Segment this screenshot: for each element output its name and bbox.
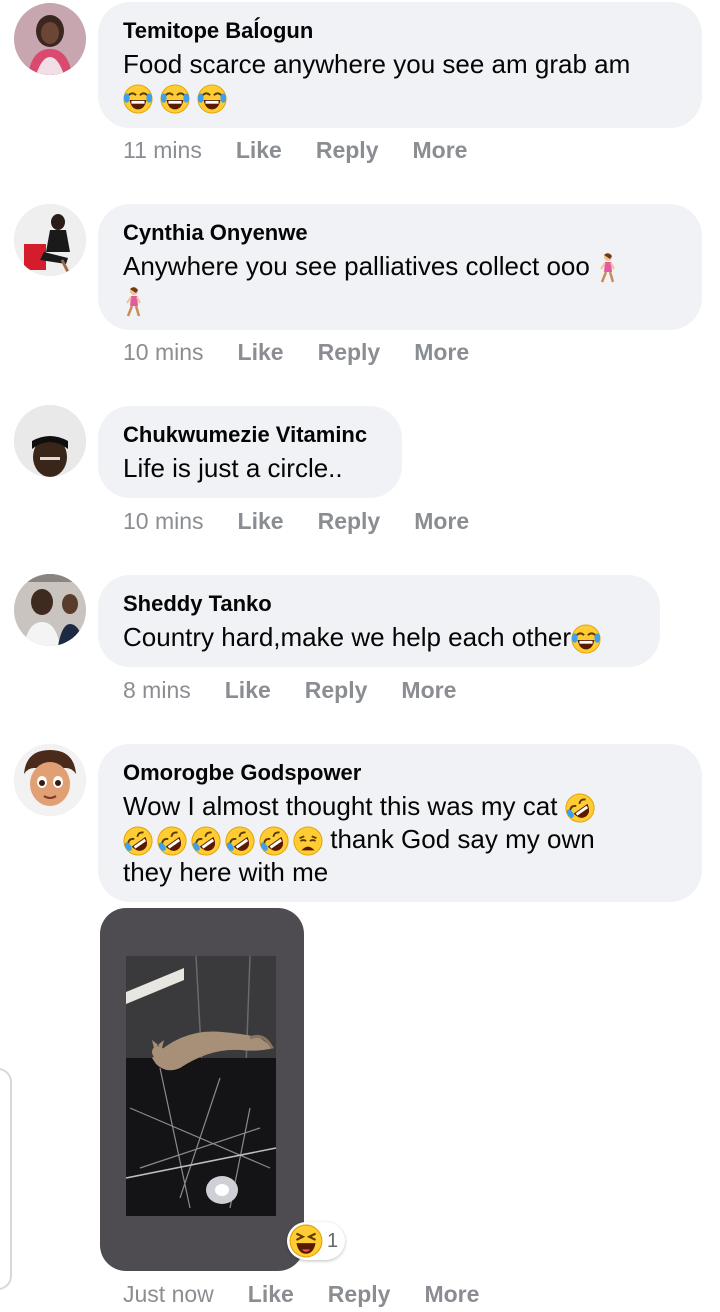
rolling-laughing-icon — [191, 826, 221, 856]
rolling-laughing-icon — [259, 826, 289, 856]
side-panel-edge[interactable] — [0, 1068, 12, 1290]
comment-bubble[interactable]: Omorogbe Godspower Wow I almost thought … — [98, 744, 702, 902]
comment-text-line: they here with me — [123, 857, 329, 888]
comment-author[interactable]: Temitope Baĺogun — [123, 16, 677, 46]
rolling-laughing-icon — [565, 793, 595, 823]
tears-of-joy-icon — [160, 84, 190, 114]
comment-time[interactable]: 10 mins — [123, 339, 204, 366]
comment-author[interactable]: Omorogbe Godspower — [123, 758, 677, 788]
comment-author[interactable]: Cynthia Onyenwe — [123, 218, 677, 248]
reply-button[interactable]: Reply — [328, 1281, 391, 1308]
like-button[interactable]: Like — [248, 1281, 294, 1308]
more-button[interactable]: More — [413, 137, 468, 164]
reaction-count: 1 — [327, 1229, 339, 1252]
woman-walking-icon — [597, 252, 617, 284]
haha-reaction-icon — [289, 1224, 323, 1258]
comment-attachment-image[interactable] — [100, 908, 304, 1271]
comment-time[interactable]: 10 mins — [123, 508, 204, 535]
like-button[interactable]: Like — [225, 677, 271, 704]
comment-time[interactable]: Just now — [123, 1281, 214, 1308]
reply-button[interactable]: Reply — [318, 508, 381, 535]
tears-of-joy-icon — [197, 84, 227, 114]
avatar[interactable] — [14, 204, 86, 276]
comment-author[interactable]: Chukwumezie Vitaminc — [123, 420, 377, 450]
avatar[interactable] — [14, 3, 86, 75]
comment-text: Anywhere you see palliatives collect ooo — [123, 250, 677, 318]
tears-of-joy-icon — [571, 624, 601, 654]
comment-text-line: thank God say my own — [330, 824, 595, 855]
avatar[interactable] — [14, 405, 86, 477]
comment-actions: Just now Like Reply More — [123, 1281, 513, 1308]
comment-text: Life is just a circle.. — [123, 453, 343, 483]
comment-actions: 11 mins Like Reply More — [123, 137, 501, 164]
like-button[interactable]: Like — [236, 137, 282, 164]
tears-of-joy-icon — [123, 84, 153, 114]
comment-text-body: Country hard,make we help each other — [123, 622, 572, 652]
comment-text-line: Wow I almost thought this was my cat — [123, 791, 558, 821]
like-button[interactable]: Like — [238, 339, 284, 366]
comment-bubble[interactable]: Cynthia Onyenwe Anywhere you see palliat… — [98, 204, 702, 330]
comment-text: Food scarce anywhere you see am grab am — [123, 48, 677, 114]
rolling-laughing-icon — [225, 826, 255, 856]
reply-button[interactable]: Reply — [316, 137, 379, 164]
avatar[interactable] — [14, 744, 86, 816]
comment-bubble[interactable]: Temitope Baĺogun Food scarce anywhere yo… — [98, 2, 702, 128]
comment-actions: 10 mins Like Reply More — [123, 339, 503, 366]
comment-text: Wow I almost thought this was my cat tha… — [123, 790, 677, 888]
reply-button[interactable]: Reply — [305, 677, 368, 704]
more-button[interactable]: More — [414, 339, 469, 366]
comment-actions: 8 mins Like Reply More — [123, 677, 490, 704]
avatar[interactable] — [14, 574, 86, 646]
weary-face-icon — [293, 826, 323, 856]
comment-time[interactable]: 11 mins — [123, 137, 202, 164]
more-button[interactable]: More — [414, 508, 469, 535]
more-button[interactable]: More — [401, 677, 456, 704]
like-button[interactable]: Like — [238, 508, 284, 535]
comment-actions: 10 mins Like Reply More — [123, 508, 503, 535]
comment-author[interactable]: Sheddy Tanko — [123, 589, 635, 619]
more-button[interactable]: More — [424, 1281, 479, 1308]
woman-walking-icon — [123, 286, 143, 318]
comment-time[interactable]: 8 mins — [123, 677, 191, 704]
reaction-summary[interactable]: 1 — [287, 1222, 345, 1260]
comment-text: Country hard,make we help each other — [123, 621, 635, 654]
comment-bubble[interactable]: Sheddy Tanko Country hard,make we help e… — [98, 575, 660, 667]
comment-text-body: Food scarce anywhere you see am grab am — [123, 49, 631, 79]
rolling-laughing-icon — [123, 826, 153, 856]
reply-button[interactable]: Reply — [318, 339, 381, 366]
rolling-laughing-icon — [157, 826, 187, 856]
cat-photo — [125, 955, 277, 1216]
comment-bubble[interactable]: Chukwumezie Vitaminc Life is just a circ… — [98, 406, 402, 498]
comment-text-body: Anywhere you see palliatives collect ooo — [123, 251, 590, 281]
